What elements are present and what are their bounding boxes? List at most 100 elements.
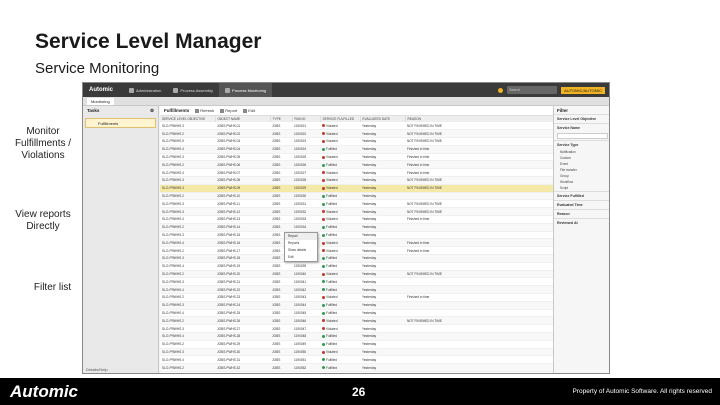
context-menu-item[interactable]: Show details bbox=[285, 247, 317, 254]
table-row[interactable]: SLO-PRWHS.3JOBS.PWHS.18JOBS1190038Fulfil… bbox=[160, 254, 553, 263]
table-cell bbox=[405, 332, 553, 341]
table-cell: Yesterday bbox=[360, 293, 405, 302]
table-row[interactable]: SLO-PRWHS.2 JOBS.PWHS.26 JOBS 1190046 Violat… bbox=[160, 316, 553, 326]
table-cell: JOBS.PWHS.06 bbox=[215, 160, 270, 170]
tab-process-monitoring[interactable]: Process Monitoring bbox=[219, 83, 273, 97]
table-row[interactable]: SLO-PRWHS.3 JOBS.PWHS.27 JOBS 1190047 Violat… bbox=[160, 324, 553, 334]
table-row[interactable]: SLO-PRWHS.4 JOBS.PWHS.07 JOBS 1190027 Violat… bbox=[160, 168, 553, 178]
filter-section-reason[interactable]: Reason bbox=[554, 209, 609, 218]
table-cell: JOBS bbox=[270, 293, 292, 302]
table-cell: JOBS.PWHS.18 bbox=[215, 254, 270, 263]
table-row[interactable]: SLO-PRWHS.2 JOBS.PWHS.14 JOBS 1190034 Fulfil… bbox=[160, 223, 553, 232]
table-row[interactable]: SLO-PRWHS.3JOBS.PWHS.33JOBS1190053Violat… bbox=[160, 371, 553, 373]
table-cell: JOBS bbox=[270, 285, 292, 295]
toolbar-title: Fulfillments bbox=[164, 108, 190, 113]
table-row[interactable]: SLO-PRWHS.3JOBS.PWHS.15JOBS1190035Fulfil… bbox=[160, 231, 553, 240]
table-row[interactable]: SLO-PRWHS.2 JOBS.PWHS.06 JOBS 1190026 Fulfil… bbox=[160, 160, 553, 170]
table-row[interactable]: SLO-PRWHS.5 JOBS.PWHS.03 JOBS 1190023 Violat… bbox=[160, 137, 553, 146]
table-cell: Yesterday bbox=[360, 316, 405, 326]
edit-button[interactable]: Edit bbox=[243, 108, 255, 113]
table-cell: NOT FINISHED IN TIME bbox=[405, 316, 553, 326]
table-cell: 1190027 bbox=[292, 168, 320, 178]
context-menu-item[interactable]: Reports bbox=[285, 240, 317, 247]
fulfilled-icon bbox=[322, 280, 325, 284]
table-row[interactable]: SLO-PRWHS.4 JOBS.PWHS.31 JOBS 1190051 Fulfil… bbox=[160, 355, 553, 365]
table-row[interactable]: SLO-PRWHS.4JOBS.PWHS.16JOBS1190036Violat… bbox=[160, 238, 553, 248]
table-cell: Finished in time bbox=[405, 160, 553, 170]
table-row[interactable]: SLO-PRWHS.3 JOBS.PWHS.21 JOBS 1190041 Fulfil… bbox=[160, 277, 553, 287]
table-cell: Fulfilled bbox=[320, 301, 360, 310]
table-cell bbox=[405, 301, 553, 310]
table-cell: NOT FINISHED IN TIME bbox=[405, 207, 553, 217]
sidebar-footer[interactable]: Details/Help bbox=[86, 367, 108, 372]
table-cell: JOBS bbox=[270, 277, 292, 287]
context-menu-item[interactable]: Report bbox=[285, 233, 317, 240]
table-row[interactable]: SLO-PRWHS.3 JOBS.PWHS.30 JOBS 1190050 Violat… bbox=[160, 348, 553, 357]
table-row[interactable]: SLO-PRWHS.4 JOBS.PWHS.13 JOBS 1190033 Violat… bbox=[160, 215, 553, 224]
table-row[interactable]: SLO-PRWHS.2 JOBS.PWHS.23 JOBS 1190043 Violat… bbox=[160, 293, 553, 302]
violated-icon bbox=[322, 272, 325, 276]
fulfilled-icon bbox=[322, 311, 325, 315]
context-menu-item[interactable]: Edit bbox=[285, 254, 317, 261]
table-row[interactable]: SLO-PRWHS.4 JOBS.PWHS.09 JOBS 1190029 Violat… bbox=[160, 184, 553, 193]
filter-section-service-name[interactable]: Service Name bbox=[554, 123, 609, 132]
table-row[interactable]: SLO-PRWHS.3 JOBS.PWHS.24 JOBS 1190044 Fulfil… bbox=[160, 301, 553, 310]
filter-section-reviewed-at[interactable]: Reviewed At bbox=[554, 218, 609, 227]
table-cell: SLO-PRWHS.2 bbox=[160, 246, 215, 256]
table-row[interactable]: SLO-PRWHS.3 JOBS.PWHS.08 JOBS 1190028 Violat… bbox=[160, 176, 553, 185]
table-cell: 1190051 bbox=[292, 355, 320, 365]
violated-icon bbox=[322, 171, 325, 175]
filter-section-service-fulfilled[interactable]: Service Fulfilled bbox=[554, 191, 609, 200]
table-cell: Fulfilled bbox=[320, 145, 360, 154]
table-cell: JOBS bbox=[270, 223, 292, 232]
table-cell: JOBS.PWHS.12 bbox=[215, 207, 270, 217]
table-row[interactable]: SLO-PRWHS.4 JOBS.PWHS.25 JOBS 1190045 Fulfil… bbox=[160, 309, 553, 318]
table-cell: SLO-PRWHS.2 bbox=[160, 223, 215, 232]
table-cell: Fulfilled bbox=[320, 363, 360, 372]
service-name-input[interactable] bbox=[557, 133, 608, 139]
table-row[interactable]: SLO-PRWHS.3 JOBS.PWHS.11 JOBS 1190031 Fulfil… bbox=[160, 199, 553, 209]
table-cell bbox=[405, 371, 553, 373]
table-cell: 1190022 bbox=[292, 129, 320, 139]
table-cell: Yesterday bbox=[360, 309, 405, 318]
table-row[interactable]: SLO-PRWHS.2JOBS.PWHS.17JOBS1190037Violat… bbox=[160, 246, 553, 256]
sidebar-item-fulfillments[interactable]: Fulfillments bbox=[85, 118, 156, 128]
table-row[interactable]: SLO-PRWHS.2 JOBS.PWHS.10 JOBS 1190030 Fulfil… bbox=[160, 192, 553, 201]
user-badge[interactable]: AUTOMIC/AUTOMIC bbox=[561, 86, 605, 94]
violated-icon bbox=[322, 327, 325, 331]
toolbar: Fulfillments Refresh Report Edit bbox=[160, 106, 553, 116]
table-cell: Violated bbox=[320, 207, 360, 217]
table-row[interactable]: SLO-PRWHS.3 JOBS.PWHS.01 JOBS 1190021 Violat… bbox=[160, 122, 553, 131]
filter-section-evaluated-time[interactable]: Evaluated Time bbox=[554, 200, 609, 209]
table-cell: Yesterday bbox=[360, 231, 405, 240]
table-cell: JOBS.PWHS.25 bbox=[215, 309, 270, 318]
tab-administration[interactable]: Administration bbox=[123, 83, 167, 97]
table-row[interactable]: SLO-PRWHS.2 JOBS.PWHS.20 JOBS 1190040 Violat… bbox=[160, 270, 553, 279]
subtab-monitoring[interactable]: Monitoring bbox=[87, 98, 114, 105]
table-cell: JOBS.PWHS.10 bbox=[215, 192, 270, 201]
table-row[interactable]: SLO-PRWHS.3 JOBS.PWHS.05 JOBS 1190025 Violat… bbox=[160, 153, 553, 162]
settings-icon[interactable]: ⚙ bbox=[150, 108, 154, 113]
table-cell: JOBS bbox=[270, 184, 292, 193]
table-row[interactable]: SLO-PRWHS.2 JOBS.PWHS.02 JOBS 1190022 Violat… bbox=[160, 129, 553, 139]
fulfilled-icon bbox=[322, 194, 325, 198]
notification-icon[interactable] bbox=[498, 87, 504, 93]
page-number: 26 bbox=[352, 385, 366, 399]
table-cell: Yesterday bbox=[360, 168, 405, 178]
report-button[interactable]: Report bbox=[220, 108, 237, 113]
table-row[interactable]: SLO-PRWHS.4 JOBS.PWHS.19 JOBS 1190039 Fulfil… bbox=[160, 262, 553, 271]
table-row[interactable]: SLO-PRWHS.4 JOBS.PWHS.22 JOBS 1190042 Fulfil… bbox=[160, 285, 553, 295]
filter-section-slo[interactable]: Service Level Objective bbox=[554, 114, 609, 123]
fulfilled-icon bbox=[322, 233, 325, 237]
refresh-button[interactable]: Refresh bbox=[195, 108, 214, 113]
fulfilled-icon bbox=[322, 202, 325, 206]
tab-process-assembly[interactable]: Process Assembly bbox=[167, 83, 219, 97]
filter-section-service-type[interactable]: Service Type bbox=[554, 140, 609, 149]
table-cell: Yesterday bbox=[360, 363, 405, 372]
table-row[interactable]: SLO-PRWHS.3 JOBS.PWHS.12 JOBS 1190032 Violat… bbox=[160, 207, 553, 217]
search-input[interactable]: Search bbox=[507, 86, 558, 94]
table-row[interactable]: SLO-PRWHS.2 JOBS.PWHS.29 JOBS 1190049 Fulfil… bbox=[160, 340, 553, 349]
table-row[interactable]: SLO-PRWHS.4 JOBS.PWHS.28 JOBS 1190048 Fulfil… bbox=[160, 332, 553, 341]
table-row[interactable]: SLO-PRWHS.4 JOBS.PWHS.04 JOBS 1190024 Fulfil… bbox=[160, 145, 553, 154]
table-row[interactable]: SLO-PRWHS.2 JOBS.PWHS.32 JOBS 1190052 Fulfil… bbox=[160, 363, 553, 372]
